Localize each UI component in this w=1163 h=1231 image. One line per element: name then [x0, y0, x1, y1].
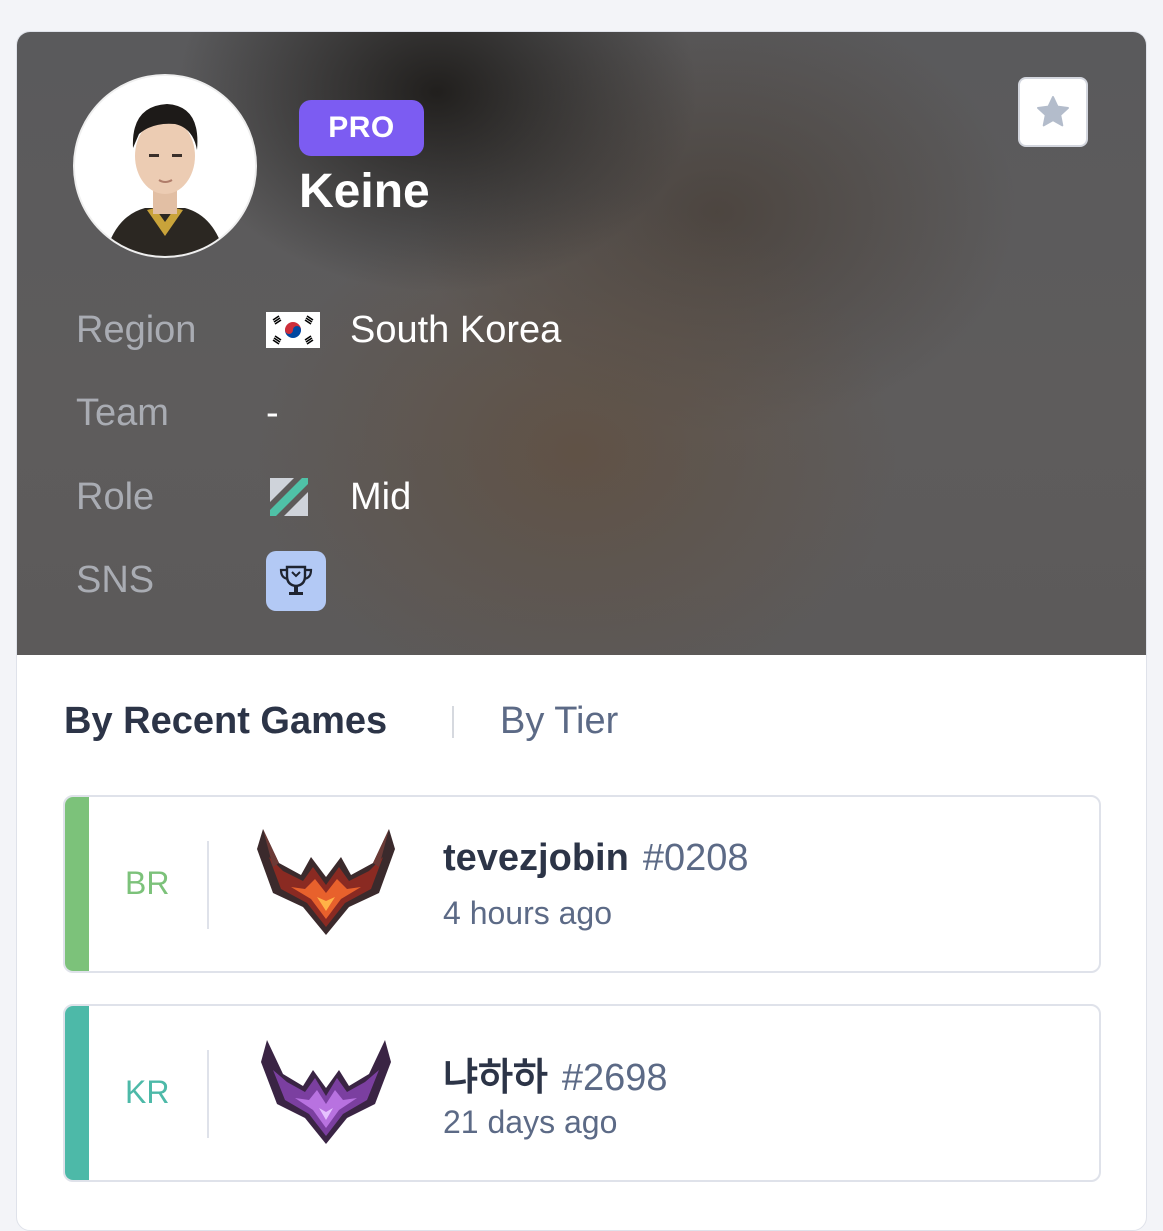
team-value: - [266, 392, 279, 434]
tab-by-recent-games[interactable]: By Recent Games [64, 700, 387, 743]
grandmaster-emblem-icon [253, 823, 399, 939]
sns-label: SNS [76, 559, 155, 601]
account-name: 냐하하 [443, 1057, 548, 1099]
player-avatar [75, 76, 255, 256]
player-profile-card: PRO Keine Region South Korea Team - Role… [16, 31, 1147, 1231]
region-value: South Korea [350, 309, 562, 351]
tab-divider [452, 706, 454, 738]
account-region: KR [125, 1074, 170, 1110]
player-name: Keine [299, 165, 430, 218]
account-tag: #2698 [561, 1057, 668, 1099]
pro-badge: PRO [299, 100, 424, 156]
role-value: Mid [350, 476, 412, 518]
account-last-played: 21 days ago [443, 1104, 618, 1140]
sns-trophy-button[interactable] [266, 551, 326, 611]
role-label: Role [76, 476, 155, 518]
region-label: Region [76, 309, 197, 351]
tab-by-tier[interactable]: By Tier [500, 700, 618, 743]
trophy-icon [279, 565, 313, 595]
account-row[interactable]: BR tevezjobin #0208 4 hours ago [63, 795, 1101, 973]
row-divider [207, 841, 209, 929]
account-row[interactable]: KR 냐하하 #2698 21 days ago [63, 1004, 1101, 1182]
master-emblem-icon [253, 1032, 399, 1148]
team-label: Team [76, 392, 169, 434]
profile-header: PRO Keine Region South Korea Team - Role… [17, 32, 1146, 655]
account-name-line: tevezjobin #0208 [443, 837, 748, 880]
favorite-button[interactable] [1018, 77, 1088, 147]
mid-lane-icon [268, 476, 310, 518]
south-korea-flag-icon [266, 312, 320, 348]
row-divider [207, 1050, 209, 1138]
region-accent-stripe [65, 797, 89, 971]
account-region: BR [125, 865, 170, 901]
account-last-played: 4 hours ago [443, 895, 613, 931]
account-name: tevezjobin [443, 837, 629, 879]
star-icon [1037, 96, 1069, 127]
region-accent-stripe [65, 1006, 89, 1180]
account-tag: #0208 [642, 837, 749, 879]
account-name-line: 냐하하 #2698 [443, 1046, 668, 1101]
